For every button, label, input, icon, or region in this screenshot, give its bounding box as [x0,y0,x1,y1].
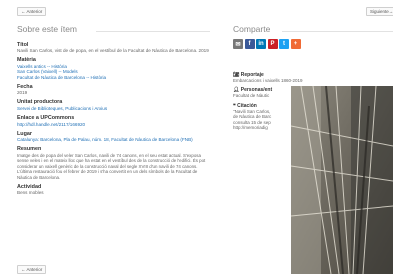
twitter-share-button[interactable]: t [279,39,289,49]
field-value: Imatge des de popa del veler San Carlos,… [17,152,206,180]
reportaje-link[interactable]: Embarcacions i vaixells 1860-2019 [233,78,383,83]
share-buttons: ✉ f in Pt + [233,39,301,49]
about-heading: Sobre este ítem [17,24,78,34]
metadata-list: Títol Navili San Carlos, vist de de popa,… [17,38,210,196]
field-value: Bens mobles [17,190,44,196]
field-link[interactable]: Catalunya: Barcelona, Pla de Palau, núm.… [17,137,210,143]
field-link[interactable]: Facultat de Nàutica de Barcelona -- Hist… [17,75,210,81]
facebook-share-button[interactable]: f [244,39,255,49]
linkedin-share-button[interactable]: in [256,39,266,49]
previous-item-bottom-button[interactable]: ← Anterior [17,265,47,274]
email-share-button[interactable]: ✉ [233,39,243,49]
field-value: 2019 [17,90,28,96]
field-link[interactable]: Servei de Biblioteques, Publicacions i A… [17,106,210,112]
about-heading-rule [96,31,210,32]
field-link[interactable]: http://hdl.handle.net/2117/166920 [17,122,210,128]
ship-photo[interactable] [291,86,393,274]
field-value: Navili San Carlos, vist de de popa, en e… [17,48,209,53]
next-item-button[interactable]: Siguiente→ [366,7,393,16]
previous-item-button[interactable]: ← Anterior [17,7,47,16]
share-heading: Comparte [233,24,271,34]
share-heading-rule [282,31,393,32]
more-share-button[interactable]: + [290,39,301,49]
pinterest-share-button[interactable]: P [267,39,278,49]
